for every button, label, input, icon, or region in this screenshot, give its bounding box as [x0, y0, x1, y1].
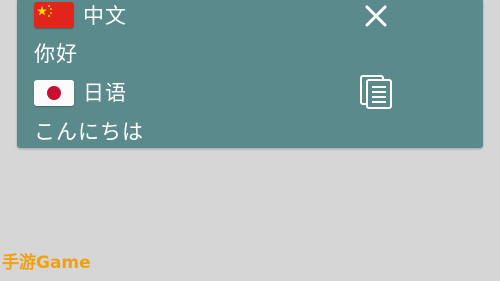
- source-language-label[interactable]: 中文: [83, 3, 127, 29]
- japan-flag-icon: [34, 80, 74, 106]
- target-text: こんにちは: [34, 120, 144, 144]
- translation-card: 中文 你好 日语 こんにちは: [17, 0, 483, 148]
- watermark: 手游Game: [2, 253, 91, 273]
- close-icon[interactable]: [362, 2, 390, 30]
- china-flag-icon: [34, 2, 74, 28]
- screen: 中文 你好 日语 こんにちは 手游Game: [0, 0, 500, 281]
- target-language-label[interactable]: 日语: [83, 80, 127, 106]
- copy-icon[interactable]: [358, 74, 394, 110]
- source-text: 你好: [34, 42, 78, 66]
